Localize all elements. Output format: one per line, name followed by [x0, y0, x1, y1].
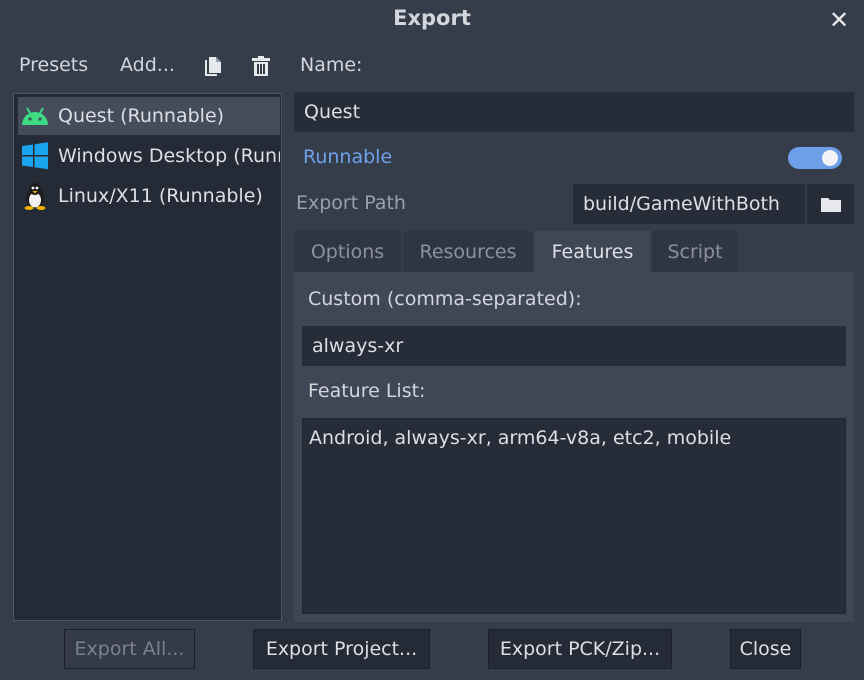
tab-options[interactable]: Options — [294, 231, 401, 272]
dialog-title: Export — [393, 6, 471, 30]
linux-icon — [20, 181, 50, 211]
toggle-knob — [822, 150, 838, 166]
export-path-input[interactable]: build/GameWithBoth — [573, 184, 805, 224]
close-icon[interactable]: ✕ — [822, 6, 856, 36]
export-path-label: Export Path — [296, 192, 406, 214]
windows-icon — [20, 141, 50, 171]
runnable-toggle[interactable] — [788, 147, 842, 169]
preset-item-quest[interactable]: Quest (Runnable) — [18, 97, 280, 135]
export-project-button[interactable]: Export Project... — [253, 629, 430, 669]
add-preset-button[interactable]: Add... — [120, 54, 175, 76]
tab-features[interactable]: Features — [535, 231, 650, 272]
tab-script[interactable]: Script — [652, 231, 738, 272]
export-pck-zip-button[interactable]: Export PCK/Zip... — [488, 629, 672, 669]
name-label: Name: — [300, 54, 363, 76]
feature-list-label: Feature List: — [308, 380, 426, 402]
tab-resources[interactable]: Resources — [403, 231, 533, 272]
trash-icon[interactable] — [249, 54, 273, 78]
preset-item-windows[interactable]: Windows Desktop (Runnable) — [18, 137, 280, 175]
close-button[interactable]: Close — [730, 629, 801, 669]
presets-label: Presets — [19, 54, 89, 76]
preset-label: Quest (Runnable) — [58, 105, 225, 127]
preset-list: Quest (Runnable) Windows Desktop (Runnab… — [13, 93, 282, 621]
name-input[interactable]: Quest — [294, 92, 854, 132]
export-all-button[interactable]: Export All... — [64, 629, 195, 669]
duplicate-icon[interactable] — [201, 54, 225, 78]
custom-features-label: Custom (comma-separated): — [308, 288, 582, 310]
android-icon — [20, 101, 50, 131]
feature-list-text: Android, always-xr, arm64-v8a, etc2, mob… — [302, 418, 846, 614]
runnable-label: Runnable — [303, 146, 393, 168]
custom-features-input[interactable]: always-xr — [302, 326, 846, 366]
preset-item-linux[interactable]: Linux/X11 (Runnable) — [18, 177, 280, 215]
folder-icon[interactable] — [807, 184, 854, 224]
preset-label: Windows Desktop (Runnable) — [58, 145, 280, 167]
preset-label: Linux/X11 (Runnable) — [58, 185, 263, 207]
